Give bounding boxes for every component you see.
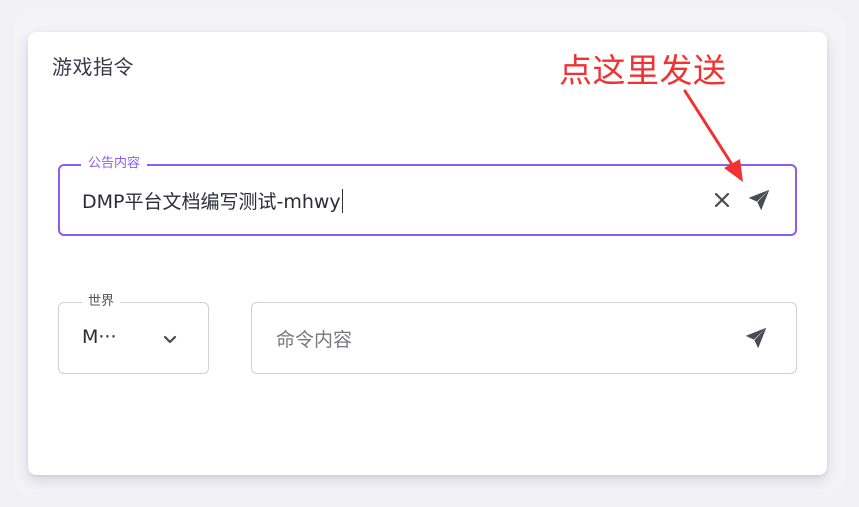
send-icon [748,189,770,211]
text-caret [341,189,343,213]
announcement-input[interactable]: DMP平台文档编写测试-mhwy [82,187,343,214]
card-title: 游戏指令 [52,55,134,79]
clear-button[interactable] [708,186,736,214]
annotation-text: 点这里发送 [559,51,727,90]
command-input[interactable]: 命令内容 [276,325,352,352]
announcement-label: 公告内容 [81,155,148,173]
world-selected-value: M··· [82,326,117,348]
page: 游戏指令 公告内容 DMP平台文档编写测试-mhwy 世界 M··· 命令内容 … [0,0,859,507]
announcement-field[interactable]: 公告内容 DMP平台文档编写测试-mhwy [58,155,797,236]
send-command-button[interactable] [742,324,770,352]
announcement-value: DMP平台文档编写测试-mhwy [82,191,341,213]
command-field[interactable]: 命令内容 [251,302,797,374]
game-command-card: 游戏指令 公告内容 DMP平台文档编写测试-mhwy 世界 M··· 命令内容 [28,32,827,475]
chevron-down-icon [163,335,177,344]
send-announcement-button[interactable] [745,186,773,214]
world-label: 世界 [82,293,121,311]
close-icon [714,192,730,208]
send-icon [745,327,767,349]
world-dropdown-toggle[interactable] [156,325,184,353]
world-select[interactable]: 世界 M··· [58,293,209,374]
